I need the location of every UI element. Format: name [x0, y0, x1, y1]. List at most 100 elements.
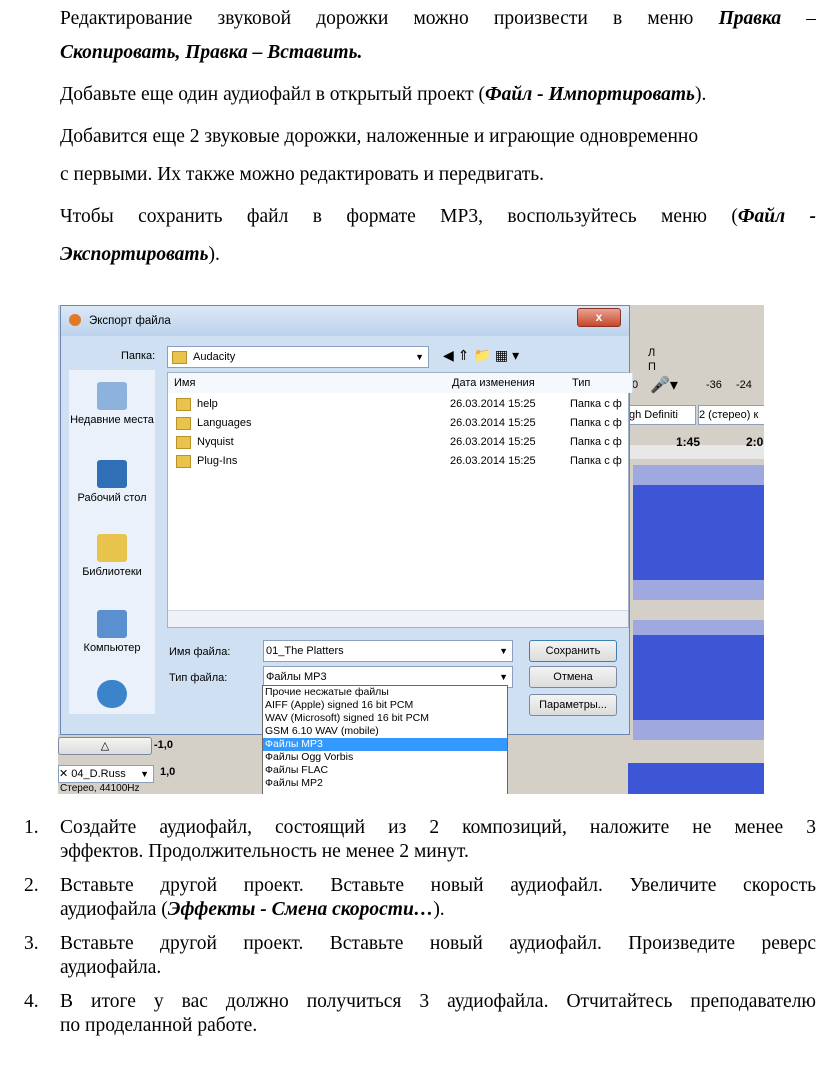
value-neg: -1,0 [154, 739, 173, 751]
save-button[interactable]: Сохранить [529, 640, 617, 662]
place-desktop[interactable]: Рабочий стол [69, 460, 155, 504]
task-line: эффектов. Продолжительность не менее 2 м… [60, 841, 469, 862]
nav-toolbar[interactable]: ◀⇑📁▦▾ [443, 347, 523, 364]
filename-value: 01_The Platters [266, 645, 344, 657]
file-row[interactable]: Nyquist 26.03.2014 15:25 Папка с ф [168, 433, 628, 452]
column-type[interactable]: Тип [568, 373, 633, 393]
file-row[interactable]: help 26.03.2014 15:25 Папка с ф [168, 395, 628, 414]
filetype-dropdown: Прочие несжатые файлы AIFF (Apple) signe… [262, 685, 508, 794]
filetype-option[interactable]: Файлы Ogg Vorbis [263, 751, 507, 764]
device-select[interactable]: gh Definiti [628, 405, 696, 425]
microphone-icon[interactable]: 🎤▾ [650, 375, 678, 395]
horizontal-scrollbar[interactable] [168, 610, 628, 627]
file-name: help [197, 398, 218, 410]
task-list: 1. Создайте аудиофайл, состоящий из 2 ком… [0, 816, 816, 1048]
folder-label: Папка: [121, 350, 156, 362]
file-date: 26.03.2014 15:25 [450, 436, 536, 448]
filetype-option[interactable]: WAV (Microsoft) signed 16 bit PCM [263, 712, 507, 725]
menu-ref: Файл - [737, 206, 816, 227]
text: Редактирование звуковой дорожки можно пр… [60, 8, 694, 29]
paragraph-4-line-2: Экспортировать). [60, 236, 816, 274]
folder-icon [172, 350, 187, 364]
folder-value: Audacity [193, 351, 236, 363]
text: – [806, 8, 816, 29]
task-line: ). [433, 899, 445, 920]
place-label: Недавние места [70, 414, 154, 426]
collapse-button[interactable]: △ [58, 737, 152, 755]
track-1-waveform[interactable] [633, 485, 764, 580]
dialog-title: Экспорт файла [89, 315, 171, 327]
file-type: Папка с ф [570, 417, 622, 429]
time-2: 2:0 [746, 435, 764, 449]
paragraph-1-line-2: Скопировать, Правка – Вставить. [60, 42, 363, 63]
file-list: Имя Дата изменения Тип help 26.03.2014 15… [167, 372, 633, 628]
place-computer[interactable]: Компьютер [69, 610, 155, 654]
audacity-logo-icon [69, 314, 81, 326]
column-name[interactable]: Имя [168, 373, 449, 393]
desktop-icon [97, 460, 127, 488]
filetype-option-selected[interactable]: Файлы MP3 [263, 738, 507, 751]
cancel-button[interactable]: Отмена [529, 666, 617, 688]
file-name: Languages [197, 417, 252, 429]
file-name: Nyquist [197, 436, 234, 448]
channels-select[interactable]: 2 (стерео) к [698, 405, 764, 425]
parameters-button[interactable]: Параметры... [529, 694, 617, 716]
folder-icon [176, 416, 191, 430]
task-line: Вставьте другой проект. Вставьте новый а… [60, 875, 816, 896]
meter-r: П [648, 361, 656, 373]
export-dialog-screenshot: Л П 0 🎤▾ -36 -24 gh Definiti 2 (стерео) … [58, 305, 764, 794]
chevron-down-icon: ▼ [415, 352, 424, 362]
places-bar: Недавние места Рабочий стол Библиотеки К… [69, 370, 155, 714]
chevron-down-icon: ▼ [499, 672, 508, 682]
paragraph-4-line-1: Чтобы сохранить файл в формате МР3, восп… [60, 198, 816, 236]
place-recent[interactable]: Недавние места [69, 382, 155, 426]
recent-places-icon [97, 382, 127, 410]
file-row[interactable]: Languages 26.03.2014 15:25 Папка с ф [168, 414, 628, 433]
meter-l: Л [648, 347, 656, 359]
value-pos: 1,0 [160, 766, 176, 778]
close-button[interactable]: x [577, 308, 621, 327]
text: Чтобы сохранить файл в формате МР3, восп… [60, 206, 738, 227]
channels-value: 2 (стерео) к [699, 409, 759, 421]
paragraph-3-line-1: Добавится еще 2 звуковые дорожки, наложе… [60, 126, 699, 147]
task-line: аудиофайла ( [60, 899, 168, 920]
task-item: 4. В итоге у вас должно получиться 3 ауди… [0, 990, 816, 1038]
track-menu[interactable]: ✕ 04_D.Russ ▼ [58, 765, 154, 783]
filetype-option[interactable]: Файлы MP2 [263, 777, 507, 790]
filename-input[interactable]: 01_The Platters ▼ [263, 640, 513, 662]
folder-icon [176, 397, 191, 411]
file-date: 26.03.2014 15:25 [450, 455, 536, 467]
column-date[interactable]: Дата изменения [448, 373, 569, 393]
task-line: В итоге у вас должно получиться 3 аудиоф… [60, 991, 816, 1012]
file-row[interactable]: Plug-Ins 26.03.2014 15:25 Папка с ф [168, 452, 628, 471]
filetype-option[interactable]: AIFF (Apple) signed 16 bit PCM [263, 699, 507, 712]
task-line: по проделанной работе. [60, 1015, 258, 1036]
track-2-waveform[interactable] [633, 635, 764, 720]
task-number: 1. [24, 817, 39, 838]
computer-icon [97, 610, 127, 638]
text: ). [694, 84, 707, 105]
file-type: Папка с ф [570, 455, 622, 467]
track-name: 04_D.Russ [71, 768, 126, 780]
task-line: Создайте аудиофайл, состоящий из 2 компо… [60, 817, 816, 838]
place-network[interactable] [69, 680, 155, 712]
place-libraries[interactable]: Библиотеки [69, 534, 155, 578]
task-number: 4. [24, 991, 39, 1012]
filename-label: Имя файла: [169, 646, 231, 658]
task-number: 3. [24, 933, 39, 954]
file-date: 26.03.2014 15:25 [450, 417, 536, 429]
menu-ref: Эффекты - Смена скорости… [167, 899, 434, 920]
filetype-option[interactable]: GSM 6.10 WAV (mobile) [263, 725, 507, 738]
task-number: 2. [24, 875, 39, 896]
task-line: Вставьте другой проект. Вставьте новый а… [60, 933, 816, 954]
task-item: 2. Вставьте другой проект. Вставьте новый… [0, 874, 816, 922]
filetype-option[interactable]: Файлы FLAC [263, 764, 507, 777]
timeline-ruler: 1:45 2:0 [628, 435, 764, 459]
file-date: 26.03.2014 15:25 [450, 398, 536, 410]
folder-select[interactable]: Audacity ▼ [167, 346, 429, 368]
track-info: Стерео, 44100Hz [60, 783, 140, 794]
chevron-down-icon: ▼ [140, 769, 149, 779]
paragraph-2: Добавьте еще один аудиофайл в открытый п… [60, 76, 816, 114]
filetype-option[interactable]: Прочие несжатые файлы [263, 686, 507, 699]
filetype-value: Файлы MP3 [266, 671, 327, 683]
